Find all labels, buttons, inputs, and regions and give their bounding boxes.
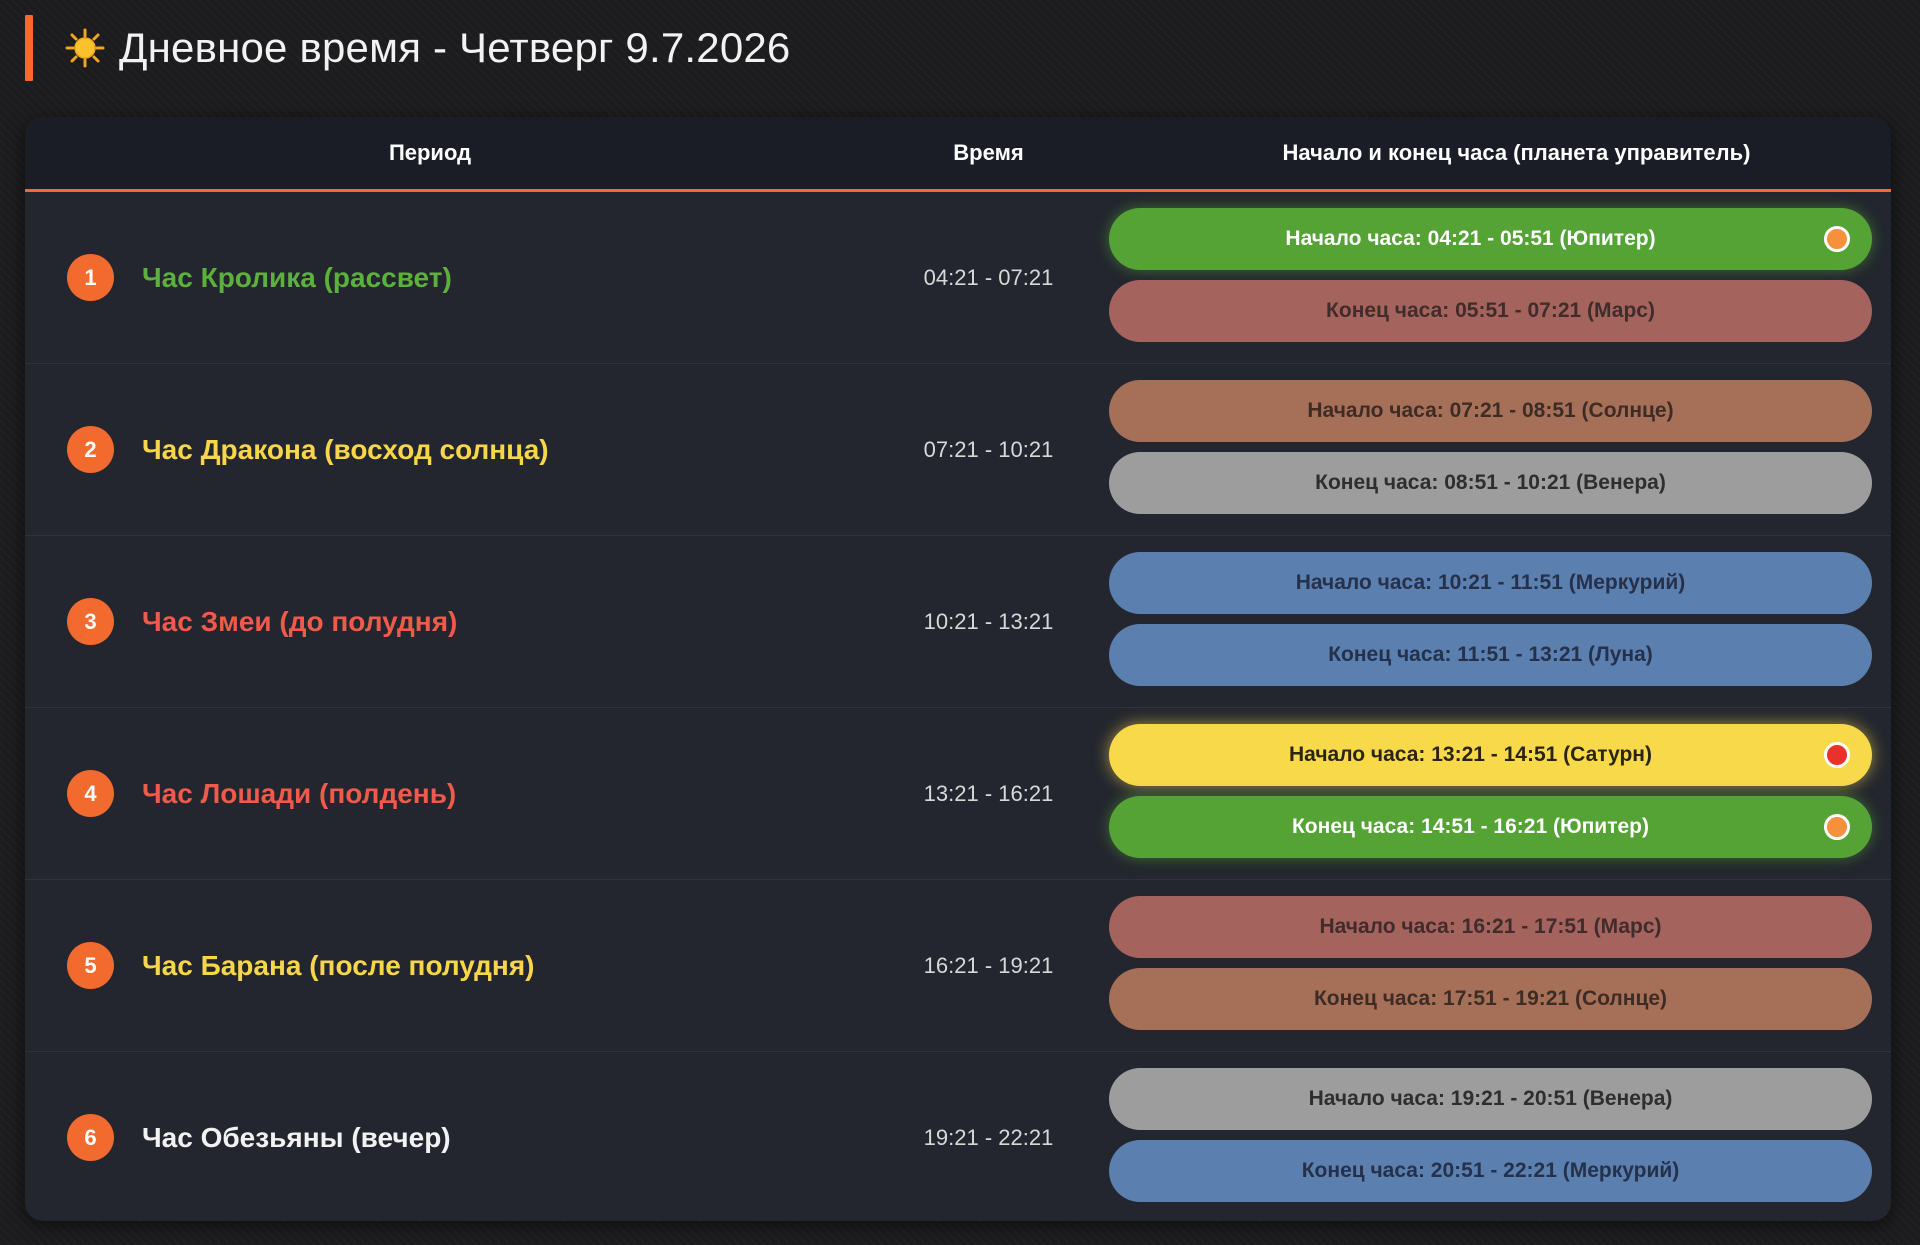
hour-start-pill-label: Начало часа: 07:21 - 08:51 (Солнце) xyxy=(1307,399,1674,422)
hours-table: Период Время Начало и конец часа (планет… xyxy=(25,117,1891,1221)
page-title: Дневное время - Четверг 9.7.2026 xyxy=(119,24,791,71)
column-header-planet: Начало и конец часа (планета управитель) xyxy=(1282,140,1751,165)
hour-start-pill: Начало часа: 19:21 - 20:51 (Венера) xyxy=(1109,1068,1872,1130)
hour-end-pill-label: Конец часа: 17:51 - 19:21 (Солнце) xyxy=(1313,987,1668,1010)
status-dot-icon xyxy=(1824,226,1850,252)
hour-start-pill-label: Начало часа: 13:21 - 14:51 (Сатурн) xyxy=(1289,743,1652,766)
hour-start-pill: Начало часа: 07:21 - 08:51 (Солнце) xyxy=(1109,380,1872,442)
hour-start-pill-label: Начало часа: 16:21 - 17:51 (Марс) xyxy=(1319,915,1662,938)
table-row: 3 Час Змеи (до полудня) 10:21 - 13:21 Начал… xyxy=(25,536,1891,708)
hour-start-pill: Начало часа: 04:21 - 05:51 (Юпитер) xyxy=(1109,208,1872,270)
table-row: 2 Час Дракона (восход солнца) 07:21 - 10:2… xyxy=(25,364,1891,536)
row-number-badge: 2 xyxy=(67,426,114,473)
row-number-badge: 1 xyxy=(67,254,114,301)
hour-start-pill: Начало часа: 16:21 - 17:51 (Марс) xyxy=(1109,896,1872,958)
status-dot-icon xyxy=(1824,742,1850,768)
hour-start-pill-label: Начало часа: 10:21 - 11:51 (Меркурий) xyxy=(1295,571,1686,594)
table-body: 1 Час Кролика (рассвет) 04:21 - 07:21 Начал… xyxy=(25,192,1891,1221)
hour-end-pill-label: Конец часа: 14:51 - 16:21 (Юпитер) xyxy=(1291,815,1649,838)
row-number-badge: 6 xyxy=(67,1114,114,1161)
period-name: Час Барана (после полудня) xyxy=(142,950,535,981)
period-name: Час Лошади (полдень) xyxy=(142,778,457,809)
status-dot-icon xyxy=(1824,814,1850,840)
row-number-badge: 3 xyxy=(67,598,114,645)
hour-end-pill-label: Конец часа: 20:51 - 22:21 (Меркурий) xyxy=(1301,1159,1680,1182)
period-time: 13:21 - 16:21 xyxy=(923,781,1054,806)
period-time: 10:21 - 13:21 xyxy=(923,609,1054,634)
period-name: Час Обезьяны (вечер) xyxy=(142,1122,451,1153)
hour-start-pill: Начало часа: 13:21 - 14:51 (Сатурн) xyxy=(1109,724,1872,786)
period-time: 04:21 - 07:21 xyxy=(923,265,1054,290)
header-accent-bar xyxy=(25,15,33,81)
hour-end-pill: Конец часа: 20:51 - 22:21 (Меркурий) xyxy=(1109,1140,1872,1202)
period-time: 16:21 - 19:21 xyxy=(923,953,1054,978)
row-number-badge: 4 xyxy=(67,770,114,817)
table-row: 5 Час Барана (после полудня) 16:21 - 19:21… xyxy=(25,880,1891,1052)
sun-icon xyxy=(65,28,105,68)
hour-end-pill: Конец часа: 11:51 - 13:21 (Луна) xyxy=(1109,624,1872,686)
hour-start-pill: Начало часа: 10:21 - 11:51 (Меркурий) xyxy=(1109,552,1872,614)
row-number-badge: 5 xyxy=(67,942,114,989)
hour-start-pill-label: Начало часа: 04:21 - 05:51 (Юпитер) xyxy=(1285,227,1656,250)
hour-end-pill-label: Конец часа: 11:51 - 13:21 (Луна) xyxy=(1328,643,1653,666)
period-name: Час Дракона (восход солнца) xyxy=(142,434,549,465)
period-name: Час Змеи (до полудня) xyxy=(142,606,458,637)
table-header: Период Время Начало и конец часа (планет… xyxy=(25,117,1891,192)
hour-end-pill: Конец часа: 17:51 - 19:21 (Солнце) xyxy=(1109,968,1872,1030)
hour-end-pill-label: Конец часа: 05:51 - 07:21 (Марс) xyxy=(1326,299,1655,322)
hour-end-pill-label: Конец часа: 08:51 - 10:21 (Венера) xyxy=(1315,471,1666,494)
hour-end-pill: Конец часа: 14:51 - 16:21 (Юпитер) xyxy=(1109,796,1872,858)
hour-start-pill-label: Начало часа: 19:21 - 20:51 (Венера) xyxy=(1308,1087,1673,1110)
table-row: 6 Час Обезьяны (вечер) 19:21 - 22:21 Начало… xyxy=(25,1052,1891,1221)
period-time: 07:21 - 10:21 xyxy=(923,437,1054,462)
hour-end-pill: Конец часа: 08:51 - 10:21 (Венера) xyxy=(1109,452,1872,514)
table-row: 4 Час Лошади (полдень) 13:21 - 16:21 Начало… xyxy=(25,708,1891,880)
hour-end-pill: Конец часа: 05:51 - 07:21 (Марс) xyxy=(1109,280,1872,342)
table-row: 1 Час Кролика (рассвет) 04:21 - 07:21 Начал… xyxy=(25,192,1891,364)
period-time: 19:21 - 22:21 xyxy=(923,1125,1054,1150)
column-header-period: Период xyxy=(388,140,472,165)
column-header-time: Время xyxy=(953,140,1024,165)
period-name: Час Кролика (рассвет) xyxy=(142,262,452,293)
page-header: Дневное время - Четверг 9.7.2026 xyxy=(25,15,791,81)
